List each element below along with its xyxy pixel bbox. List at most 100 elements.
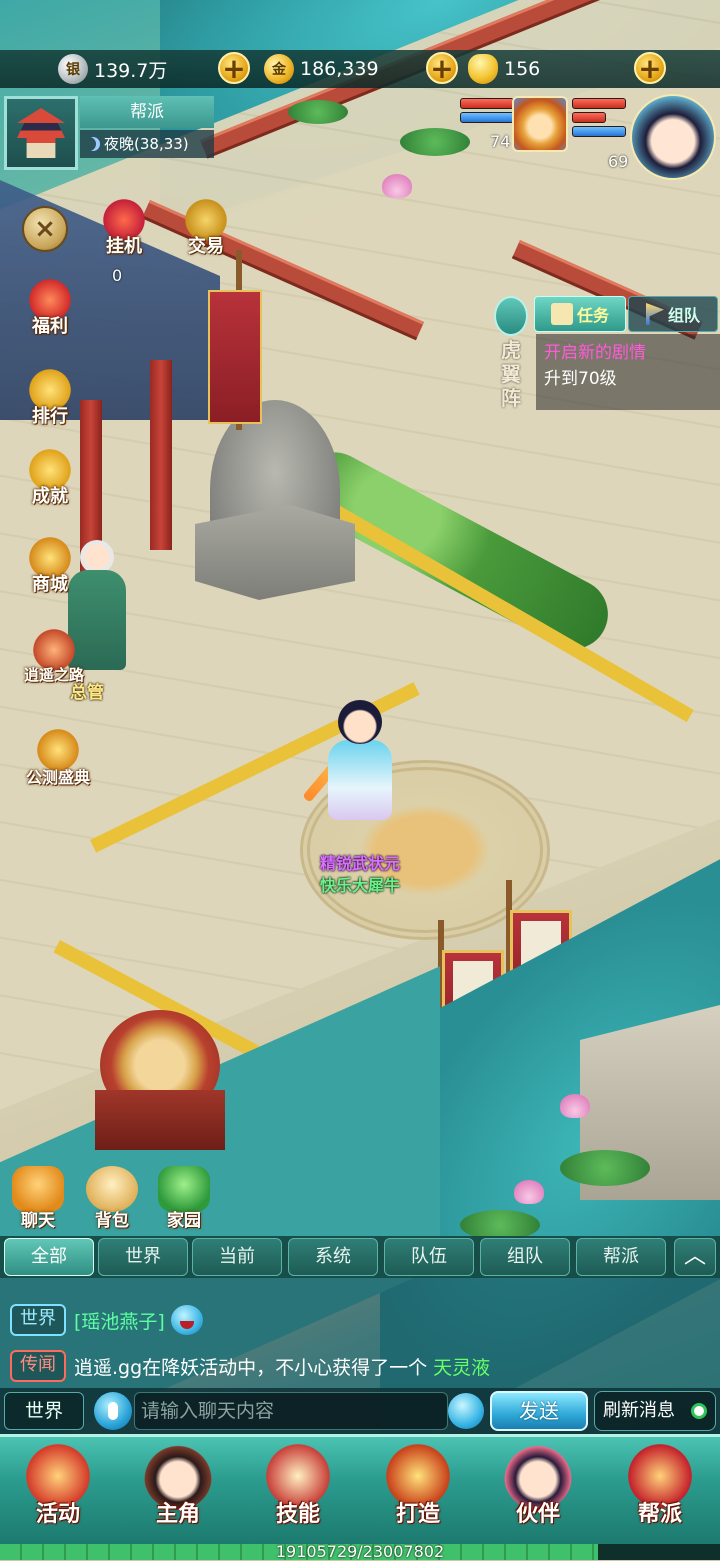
channel-tag-rumor[interactable]: 传闻 [10,1350,66,1382]
welfare-button[interactable]: 福利 [10,276,90,346]
nav-activity[interactable]: 活动 [2,1440,114,1540]
time-location-text: 夜晚(38,33) [104,135,189,153]
tab-chat-guild[interactable]: 帮派 [576,1238,666,1276]
shop-label: 商城 [32,574,68,595]
item-link[interactable]: 天灵液 [433,1353,490,1380]
add-ingot-button[interactable]: + [634,52,666,84]
afk-button[interactable]: 挂机 [84,196,164,266]
tab-chat-world[interactable]: 世界 [98,1238,188,1276]
gold-ingot-icon [468,54,498,84]
beta-festival-button[interactable]: 公测盛典 [10,726,106,796]
home-label: 家园 [167,1211,201,1231]
silver-display: 银 139.7万 [58,50,167,88]
player-title-label: 精锐武状元 [319,854,400,873]
add-gold-button[interactable]: + [426,52,458,84]
lily-pad [560,1150,650,1186]
laughing-emoji-icon [170,1305,203,1335]
ranking-button[interactable]: 排行 [10,366,90,436]
chat-label: 聊天 [21,1211,55,1231]
task-line-1[interactable]: 开启新的剧情 [544,338,646,363]
refresh-messages-toggle[interactable]: 刷新消息 [594,1391,716,1431]
moon-icon [86,137,100,151]
nav-forge-label: 打造 [395,1502,440,1527]
lotus-flower [514,1180,544,1204]
chat-message: 世界 [瑶池燕子] [10,1304,203,1336]
achievement-button[interactable]: 成就 [10,446,90,516]
time-location-readout: 夜晚(38,33) [80,130,214,158]
lily-pad [288,100,348,124]
task-line-2[interactable]: 升到70级 [544,364,617,389]
chat-channel-select[interactable]: 世界 [4,1392,84,1430]
toggle-indicator [691,1403,707,1419]
nav-skills-label: 技能 [275,1502,320,1527]
chat-input[interactable] [134,1392,448,1430]
nav-forge[interactable]: 打造 [362,1440,474,1540]
chat-username[interactable]: [瑶池燕子] [74,1307,165,1334]
nav-skills[interactable]: 技能 [242,1440,354,1540]
drum-stand [95,1090,225,1150]
add-silver-button[interactable]: + [218,52,250,84]
silver-coin-icon: 银 [58,54,88,84]
xiaoyao-road-label: 逍遥之路 [23,666,84,684]
guild-map-button[interactable] [4,96,78,170]
microphone-icon[interactable] [94,1392,132,1430]
player-mp-bar [572,126,626,137]
gold-amount: 186,339 [300,58,379,80]
welfare-label: 福利 [32,316,68,337]
tab-team[interactable]: 组队 [628,296,718,332]
tab-chat-current[interactable]: 当前 [192,1238,282,1276]
trade-button[interactable]: 交易 [166,196,246,266]
channel-tag-world[interactable]: 世界 [10,1304,66,1336]
stone-lion-pedestal [195,505,355,600]
lily-pad [400,128,470,156]
tab-chat-team[interactable]: 组队 [480,1238,570,1276]
player-character[interactable] [300,690,420,850]
lotus-flower [382,174,412,198]
experience-text: 19105729/23007802 [275,1542,445,1561]
expand-chat-button[interactable]: ︿ [674,1238,716,1276]
tab-chat-party[interactable]: 队伍 [384,1238,474,1276]
nav-guild[interactable]: 帮派 [604,1440,716,1540]
player-portrait[interactable] [630,94,716,180]
player-level: 69 [608,152,629,171]
pet-portrait[interactable] [512,96,568,152]
nav-guild-label: 帮派 [637,1502,682,1527]
nav-hero[interactable]: 主角 [122,1440,234,1540]
flag-icon [645,303,664,325]
loyalty-banner [208,290,262,424]
pet-mp-bar [460,112,514,123]
home-button[interactable]: 家园 [152,1166,216,1231]
scroll-icon [550,303,573,325]
pagoda-icon [17,108,65,158]
xiaoyao-road-button[interactable]: 逍遥之路 [6,626,102,696]
ranking-label: 排行 [32,406,68,427]
tab-task[interactable]: 任务 [534,296,626,332]
tab-chat-all[interactable]: 全部 [4,1238,94,1276]
pet-hp-bar [460,98,514,109]
achievement-label: 成就 [32,486,68,507]
collapse-menu-button[interactable]: × [22,206,68,252]
emoji-picker-icon[interactable] [448,1393,484,1429]
chat-button[interactable]: 聊天 [6,1166,70,1231]
nav-partners[interactable]: 伙伴 [482,1440,594,1540]
pet-level: 74 [490,132,511,151]
nav-hero-label: 主角 [155,1502,200,1527]
silver-amount: 139.7万 [94,59,168,82]
afk-count: 0 [112,266,123,285]
beta-festival-label: 公测盛典 [25,768,90,787]
red-pillar [150,360,172,550]
pet-status-bars [460,98,514,126]
player-hp-bar [572,98,626,109]
formation-label: 虎翼阵 [501,338,521,410]
tab-chat-system[interactable]: 系统 [288,1238,378,1276]
ingot-amount: 156 [504,58,541,80]
shop-button[interactable]: 商城 [10,534,90,604]
map-name: 帮派 [80,96,214,128]
player-name-label: 快乐大犀牛 [319,876,400,895]
nav-partners-label: 伙伴 [515,1502,560,1527]
gold-display: 金 186,339 [264,50,379,88]
bag-label: 背包 [95,1211,129,1231]
task-panel-toggle[interactable] [494,296,528,336]
send-button[interactable]: 发送 [490,1391,588,1431]
bag-button[interactable]: 背包 [80,1166,144,1231]
